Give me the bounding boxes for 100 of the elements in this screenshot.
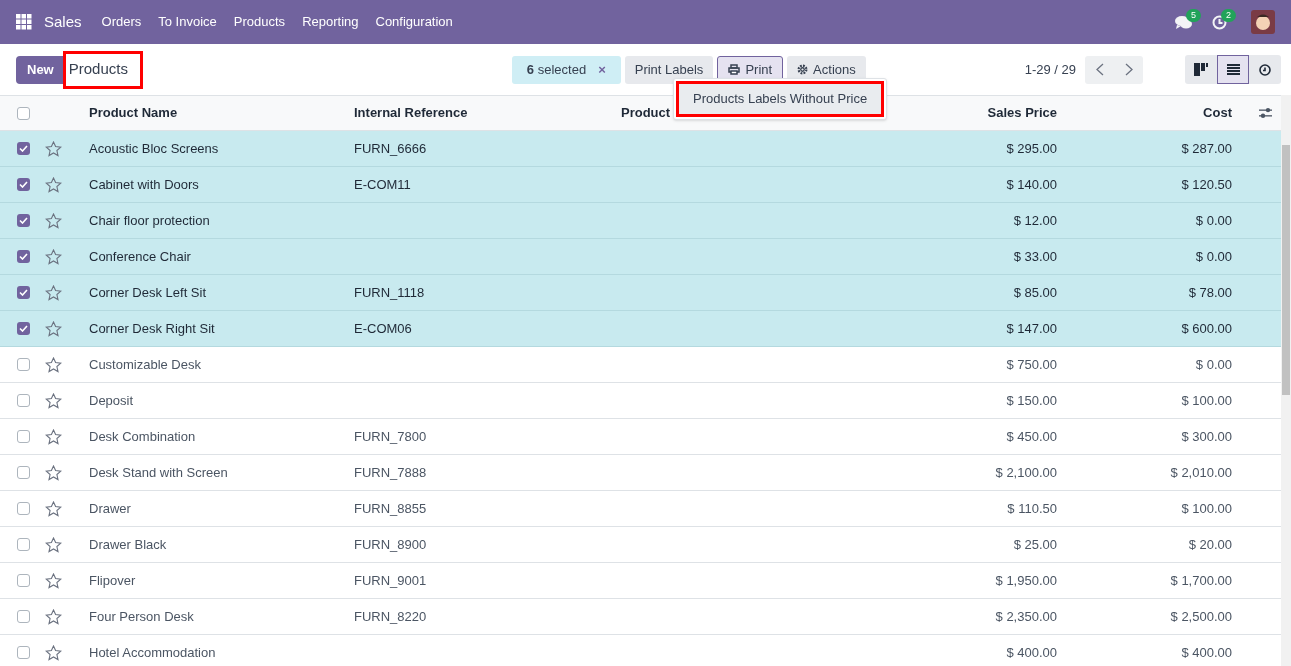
star-icon[interactable] xyxy=(45,536,62,553)
column-header[interactable]: Internal Reference xyxy=(354,103,621,123)
table-row[interactable]: Conference Chair $ 33.00 $ 0.00 xyxy=(0,239,1281,275)
table-cell: E-COM06 xyxy=(354,320,412,336)
checkbox[interactable] xyxy=(17,358,30,371)
menu-item[interactable]: Products xyxy=(233,12,286,32)
star-icon[interactable] xyxy=(45,392,62,409)
table-cell-text: $ 2,010.00 xyxy=(1169,463,1232,482)
star-icon[interactable] xyxy=(45,320,62,337)
checkbox[interactable] xyxy=(17,250,30,263)
table-cell-text: Hotel Accommodation xyxy=(89,643,217,662)
table-row[interactable]: Acoustic Bloc Screens FURN_6666 $ 295.00 $ 287.00 xyxy=(0,131,1281,167)
table-cell-text: Deposit xyxy=(89,391,135,410)
clock-icon[interactable] xyxy=(1212,14,1227,30)
star-icon[interactable] xyxy=(45,608,62,625)
table-cell-text: Four Person Desk xyxy=(89,607,195,626)
table-cell-text: $ 120.50 xyxy=(1180,175,1232,194)
table-cell-text: Desk Combination xyxy=(89,427,197,446)
scrollbar[interactable] xyxy=(1281,95,1291,666)
apps-menu-icon[interactable] xyxy=(16,14,32,30)
table-cell: FURN_1118 xyxy=(354,284,425,300)
table-cell-text: $ 600.00 xyxy=(1180,319,1232,338)
view-button[interactable] xyxy=(1249,55,1281,84)
menu-item[interactable]: To Invoice xyxy=(158,12,217,32)
checkbox[interactable] xyxy=(17,610,30,623)
table-cell-text: Desk Stand with Screen xyxy=(89,463,229,482)
checkbox[interactable] xyxy=(17,214,30,227)
menu-item[interactable]: Reporting xyxy=(302,12,359,32)
view-button[interactable] xyxy=(1185,55,1217,84)
table-cell-text: Drawer Black xyxy=(89,535,168,554)
settings-sliders-icon[interactable] xyxy=(1259,107,1272,119)
star-icon[interactable] xyxy=(45,140,62,157)
checkbox[interactable] xyxy=(17,178,30,191)
star-icon[interactable] xyxy=(45,428,62,445)
table-cell-text: $ 2,500.00 xyxy=(1169,607,1232,626)
menu-item[interactable]: Configuration xyxy=(375,12,453,32)
table-cell-text: $ 300.00 xyxy=(1180,427,1232,446)
star-icon[interactable] xyxy=(45,248,62,265)
checkbox[interactable] xyxy=(17,538,30,551)
chevron-right-icon xyxy=(1124,63,1133,76)
checkbox[interactable] xyxy=(17,502,30,515)
table-cell-text: $ 140.00 xyxy=(1005,175,1057,194)
table-cell: FURN_7888 xyxy=(354,464,427,480)
table-cell-text: $ 25.00 xyxy=(1012,535,1057,554)
table-cell-text: Cabinet with Doors xyxy=(89,175,200,194)
view-button[interactable] xyxy=(1217,55,1249,84)
app-name[interactable]: Sales xyxy=(44,10,82,34)
table-row[interactable]: Chair floor protection $ 12.00 $ 0.00 xyxy=(0,203,1281,239)
star-icon[interactable] xyxy=(45,176,62,193)
table-cell: FURN_8855 xyxy=(354,500,427,516)
star-icon[interactable] xyxy=(45,500,62,517)
table-cell-text: $ 2,100.00 xyxy=(994,463,1057,482)
menu-item[interactable]: Orders xyxy=(101,12,142,32)
star-icon[interactable] xyxy=(45,356,62,373)
checkbox[interactable] xyxy=(17,646,30,659)
table-row[interactable]: Corner Desk Right Sit E-COM06 $ 147.00 $ 600.00 xyxy=(0,311,1281,347)
table-cell-text: $ 1,950.00 xyxy=(994,571,1057,590)
checkbox[interactable] xyxy=(17,142,30,155)
checkbox[interactable] xyxy=(17,466,30,479)
checkbox[interactable] xyxy=(17,286,30,299)
star-icon[interactable] xyxy=(45,212,62,229)
table-cell-text: $ 147.00 xyxy=(1005,319,1057,338)
toolbar-button[interactable]: Print Labels xyxy=(624,55,714,84)
checkbox[interactable] xyxy=(17,430,30,443)
table-cell-text: $ 450.00 xyxy=(1005,427,1057,446)
avatar-icon[interactable] xyxy=(1251,10,1275,34)
table-cell-text: $ 78.00 xyxy=(1187,283,1232,302)
table-cell: FURN_8220 xyxy=(354,608,427,624)
star-icon[interactable] xyxy=(45,284,62,301)
table-cell-text: $ 0.00 xyxy=(1194,355,1232,374)
table-cell-text: Corner Desk Right Sit xyxy=(89,319,216,338)
star-icon[interactable] xyxy=(45,464,62,481)
table-cell-text: $ 150.00 xyxy=(1005,391,1057,410)
table-row[interactable]: Corner Desk Left Sit FURN_1118 $ 85.00 $ 78.00 xyxy=(0,275,1281,311)
list-icon xyxy=(1226,64,1240,75)
table-cell-text: $ 400.00 xyxy=(1005,643,1057,662)
checkbox[interactable] xyxy=(17,322,30,335)
activities-badge: 2 xyxy=(1221,8,1236,22)
table-cell-text: Corner Desk Left Sit xyxy=(89,283,208,302)
checkbox[interactable] xyxy=(17,106,30,120)
table-cell: E-COM11 xyxy=(354,176,411,192)
checkbox[interactable] xyxy=(17,574,30,587)
table-cell-text: $ 12.00 xyxy=(1012,211,1057,230)
clock-icon xyxy=(1259,63,1271,76)
dropdown-item[interactable]: Products Labels Without Price xyxy=(676,81,885,117)
gear-icon xyxy=(797,64,809,75)
new-button[interactable]: New xyxy=(16,55,65,84)
table-cell-text: $ 750.00 xyxy=(1005,355,1057,374)
star-icon[interactable] xyxy=(45,644,62,661)
column-header[interactable]: Cost xyxy=(1057,103,1232,123)
checkbox[interactable] xyxy=(17,394,30,407)
star-icon[interactable] xyxy=(45,572,62,589)
messages-badge: 5 xyxy=(1186,8,1201,22)
table-cell-text: Chair floor protection xyxy=(89,211,211,230)
column-header[interactable]: Product Name xyxy=(89,103,354,123)
table-cell-text: $ 85.00 xyxy=(1012,283,1057,302)
table-cell: FURN_9001 xyxy=(354,572,427,588)
table-cell-text: $ 1,700.00 xyxy=(1169,571,1232,590)
table-row[interactable]: Cabinet with Doors E-COM11 $ 140.00 $ 120.50 xyxy=(0,167,1281,203)
clear-selection-button[interactable]: × xyxy=(598,59,606,80)
